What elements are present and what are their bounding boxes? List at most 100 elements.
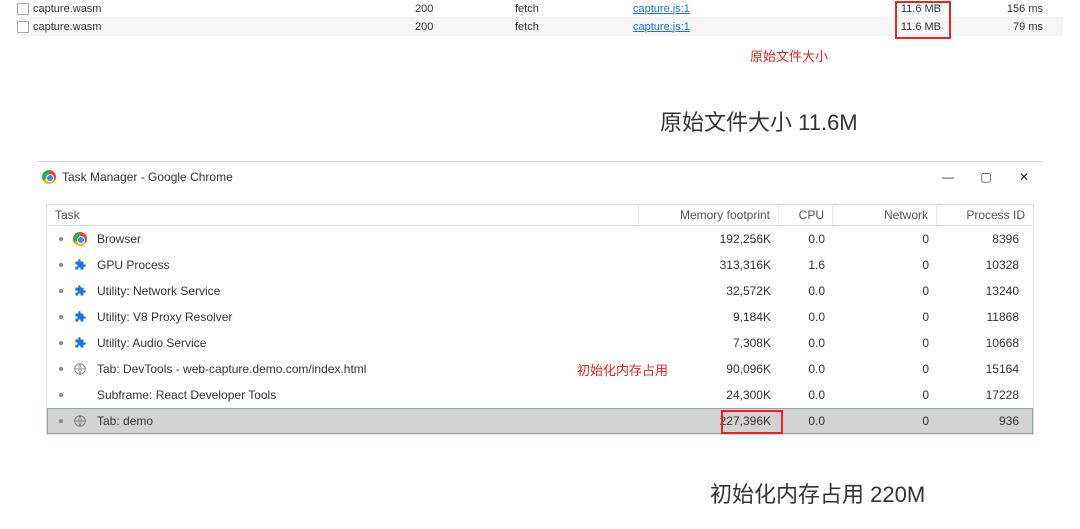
globe-icon: [73, 414, 87, 428]
window-title: Task Manager - Google Chrome: [62, 170, 940, 184]
cpu-cell: 0.0: [779, 388, 833, 402]
task-name: Tab: DevTools - web-capture.demo.com/ind…: [97, 362, 366, 376]
network-type: fetch: [515, 3, 633, 15]
caption-memory: 初始化内存占用 220M: [710, 477, 1080, 509]
network-cell: 0: [833, 258, 937, 272]
task-manager-body: Task Memory footprint CPU Network Proces…: [38, 192, 1042, 451]
task-cell: Utility: Audio Service: [47, 336, 639, 350]
network-cell: 0: [833, 336, 937, 350]
table-row[interactable]: Tab: DevTools - web-capture.demo.com/ind…: [47, 356, 1033, 382]
pid-cell: 11868: [937, 310, 1033, 324]
globe-icon: [73, 362, 87, 376]
pid-cell: 936: [937, 414, 1033, 428]
bullet-icon: [59, 315, 63, 319]
caption-file-size: 原始文件大小 11.6M: [660, 105, 1080, 137]
cpu-cell: 0.0: [779, 310, 833, 324]
table-row[interactable]: Browser192,256K0.008396: [47, 226, 1033, 252]
network-cell: 0: [833, 284, 937, 298]
network-status: 200: [415, 21, 515, 33]
puzzle-icon: [73, 310, 87, 324]
cpu-cell: 1.6: [779, 258, 833, 272]
cpu-cell: 0.0: [779, 232, 833, 246]
pid-cell: 17228: [937, 388, 1033, 402]
task-name: Browser: [97, 232, 141, 246]
checkbox-icon[interactable]: [17, 21, 29, 33]
cpu-cell: 0.0: [779, 336, 833, 350]
memory-cell: 24,300K: [639, 388, 779, 402]
minimize-button[interactable]: —: [940, 170, 956, 184]
column-network[interactable]: Network: [833, 205, 937, 225]
cpu-cell: 0.0: [779, 414, 833, 428]
pid-cell: 10668: [937, 336, 1033, 350]
task-name: Utility: V8 Proxy Resolver: [97, 310, 232, 324]
annotation-init-memory: 初始化内存占用: [577, 360, 668, 379]
highlight-box-icon: [721, 410, 783, 434]
chrome-icon: [42, 170, 56, 184]
bullet-icon: [59, 393, 63, 397]
pid-cell: 10328: [937, 258, 1033, 272]
window-titlebar[interactable]: Task Manager - Google Chrome — ▢ ✕: [38, 162, 1042, 192]
memory-cell: 7,308K: [639, 336, 779, 350]
table-row[interactable]: GPU Process 313,316K1.6010328: [47, 252, 1033, 278]
network-row[interactable]: capture.wasm 200 fetch capture.js:1 11.6…: [17, 18, 1063, 36]
column-task[interactable]: Task: [47, 205, 639, 225]
task-name: Utility: Audio Service: [97, 336, 206, 350]
network-time: 79 ms: [949, 21, 1051, 33]
memory-cell: 313,316K: [639, 258, 779, 272]
task-name: Utility: Network Service: [97, 284, 220, 298]
bullet-icon: [59, 237, 63, 241]
table-row[interactable]: Utility: V8 Proxy Resolver9,184K0.001186…: [47, 304, 1033, 330]
task-name: Subframe: React Developer Tools: [97, 388, 276, 402]
task-name: Tab: demo: [97, 414, 153, 428]
task-cell: Tab: DevTools - web-capture.demo.com/ind…: [47, 362, 639, 376]
network-file-name: capture.wasm: [33, 3, 101, 15]
task-manager-window: Task Manager - Google Chrome — ▢ ✕ Task …: [38, 161, 1042, 451]
initiator-link[interactable]: capture.js:1: [633, 21, 690, 33]
pid-cell: 13240: [937, 284, 1033, 298]
network-initiator: capture.js:1: [633, 3, 877, 15]
initiator-link[interactable]: capture.js:1: [633, 3, 690, 15]
network-size: 11.6 MB: [877, 21, 949, 33]
checkbox-icon[interactable]: [17, 3, 29, 15]
none-icon: [73, 388, 87, 402]
column-process-id[interactable]: Process ID: [937, 205, 1033, 225]
task-cell: Utility: V8 Proxy Resolver: [47, 310, 639, 324]
puzzle-icon: [73, 336, 87, 350]
annotation-file-size: 原始文件大小: [750, 46, 1080, 65]
network-file-name: capture.wasm: [33, 21, 101, 33]
chrome-icon: [73, 232, 87, 246]
network-cell: 0: [833, 310, 937, 324]
network-cell: 0: [833, 388, 937, 402]
network-cell: 0: [833, 414, 937, 428]
task-cell: Tab: demo: [47, 414, 639, 428]
memory-cell: 227,396K: [639, 414, 779, 428]
table-row[interactable]: Utility: Audio Service 7,308K0.0010668: [47, 330, 1033, 356]
network-status: 200: [415, 3, 515, 15]
bullet-icon: [59, 263, 63, 267]
puzzle-icon: [73, 284, 87, 298]
column-cpu[interactable]: CPU: [779, 205, 833, 225]
task-cell: Subframe: React Developer Tools: [47, 388, 639, 402]
task-cell: GPU Process: [47, 258, 639, 272]
network-cell: 0: [833, 232, 937, 246]
column-memory[interactable]: Memory footprint: [639, 205, 779, 225]
task-name: GPU Process: [97, 258, 170, 272]
network-name-cell: capture.wasm: [17, 3, 415, 15]
memory-cell: 192,256K: [639, 232, 779, 246]
bullet-icon: [59, 289, 63, 293]
memory-cell: 32,572K: [639, 284, 779, 298]
pid-cell: 15164: [937, 362, 1033, 376]
network-row[interactable]: capture.wasm 200 fetch capture.js:1 11.6…: [17, 0, 1063, 18]
task-cell: Utility: Network Service: [47, 284, 639, 298]
bullet-icon: [59, 341, 63, 345]
cpu-cell: 0.0: [779, 362, 833, 376]
table-header[interactable]: Task Memory footprint CPU Network Proces…: [46, 204, 1034, 226]
table-row[interactable]: Tab: demo 227,396K0.00936: [47, 408, 1033, 434]
close-button[interactable]: ✕: [1016, 170, 1032, 184]
table-row[interactable]: Utility: Network Service32,572K0.0013240: [47, 278, 1033, 304]
table-row[interactable]: Subframe: React Developer Tools 24,300K0.…: [47, 382, 1033, 408]
network-panel: capture.wasm 200 fetch capture.js:1 11.6…: [17, 0, 1063, 36]
maximize-button[interactable]: ▢: [978, 170, 994, 184]
task-cell: Browser: [47, 232, 639, 246]
network-initiator: capture.js:1: [633, 21, 877, 33]
